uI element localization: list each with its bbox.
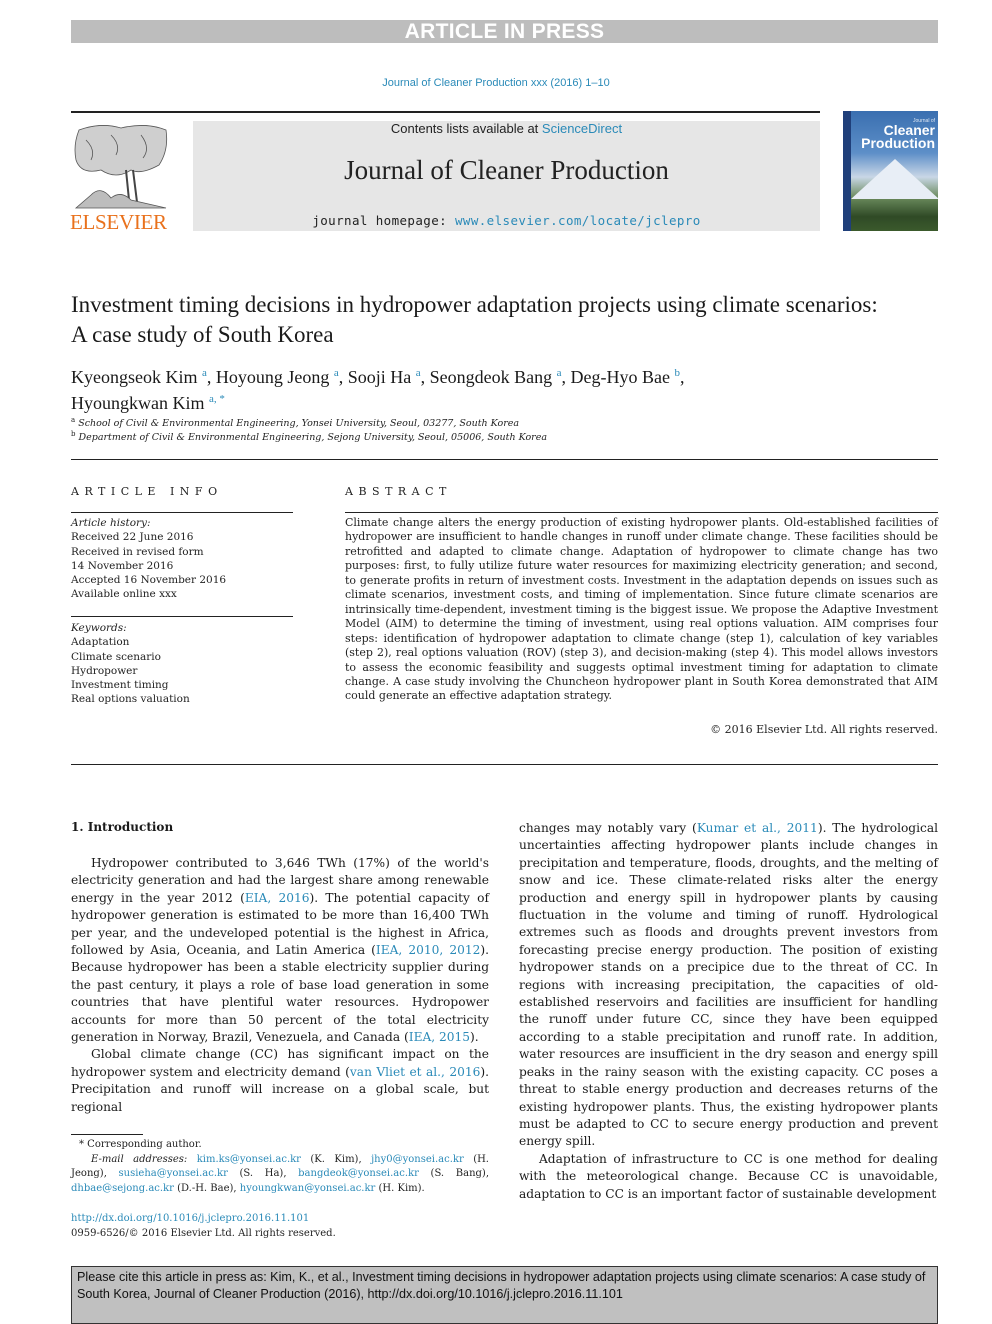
- footnotes: * Corresponding author. E-mail addresses…: [71, 1138, 489, 1196]
- sciencedirect-link[interactable]: ScienceDirect: [542, 121, 622, 136]
- citation-link[interactable]: IEA, 2010, 2012: [376, 943, 480, 957]
- article-history: Article history: Received 22 June 2016 R…: [71, 516, 293, 602]
- divider: [345, 512, 938, 513]
- text-run: Adaptation of infrastructure to CC is on…: [519, 1151, 938, 1201]
- footnote-rule: [71, 1134, 143, 1135]
- text-run: ).: [470, 1030, 479, 1045]
- issn-line: 0959-6526/© 2016 Elsevier Ltd. All right…: [71, 1228, 336, 1239]
- author-affiliation-marker[interactable]: a, *: [209, 393, 225, 405]
- paragraph: Hydropower contributed to 3,646 TWh (17%…: [71, 855, 489, 1046]
- section-heading-introduction: 1. Introduction: [71, 820, 174, 834]
- text-run: ). The hydrological uncertainties affect…: [519, 821, 938, 1149]
- affiliation-text: School of Civil & Environmental Engineer…: [78, 418, 520, 430]
- keywords: Keywords: Adaptation Climate scenario Hy…: [71, 621, 293, 707]
- author-separator: ,: [338, 367, 348, 387]
- journal-reference-link[interactable]: Journal of Cleaner Production xxx (2016)…: [0, 77, 992, 89]
- email-link[interactable]: kim.ks@yonsei.ac.kr: [197, 1154, 301, 1165]
- cover-mountain-icon: [851, 159, 938, 199]
- contents-prefix: Contents lists available at: [390, 121, 542, 136]
- email-owner: (S. Ha),: [227, 1168, 299, 1179]
- citation-text: Please cite this article in press as: Ki…: [77, 1270, 926, 1301]
- keyword: Adaptation: [71, 636, 130, 649]
- author-separator: ,: [680, 367, 685, 387]
- homepage-line: journal homepage: www.elsevier.com/locat…: [193, 213, 820, 228]
- email-link[interactable]: hyoungkwan@yonsei.ac.kr: [240, 1183, 376, 1194]
- affiliation-a: a School of Civil & Environmental Engine…: [71, 416, 519, 429]
- keywords-label: Keywords:: [71, 622, 127, 634]
- paragraph: Adaptation of infrastructure to CC is on…: [519, 1151, 938, 1203]
- keyword: Investment timing: [71, 679, 169, 692]
- history-item: Available online xxx: [71, 588, 177, 601]
- affiliation-key: a: [71, 416, 76, 424]
- author-separator: ,: [561, 367, 571, 387]
- history-label: Article history:: [71, 517, 151, 529]
- cover-title-line2: Production: [861, 135, 935, 151]
- history-item: Accepted 16 November 2016: [71, 574, 227, 587]
- affiliation-text: Department of Civil & Environmental Engi…: [78, 432, 548, 444]
- corresponding-author-note: * Corresponding author.: [79, 1139, 202, 1150]
- text-run: changes may notably vary (: [519, 821, 697, 835]
- email-owner: (K. Kim),: [300, 1153, 372, 1165]
- journal-cover-image[interactable]: Journal of Cleaner Production: [843, 111, 938, 231]
- text-run: ). Because hydropower has been a stable …: [71, 943, 489, 1045]
- abstract-copyright: © 2016 Elsevier Ltd. All rights reserved…: [710, 723, 938, 736]
- author-list: Kyeongseok Kim a, Hoyoung Jeong a, Sooji…: [71, 362, 891, 414]
- cover-stripe: [843, 111, 851, 231]
- divider: [71, 512, 293, 513]
- citation-link[interactable]: IEA, 2015: [409, 1030, 470, 1044]
- email-owner: (D.-H. Bae),: [173, 1182, 240, 1194]
- masthead-rule: [71, 111, 820, 113]
- keyword: Real options valuation: [71, 693, 190, 706]
- email-addresses: E-mail addresses: kim.ks@yonsei.ac.kr (K…: [71, 1153, 489, 1197]
- contents-line: Contents lists available at ScienceDirec…: [193, 121, 820, 137]
- citation-link[interactable]: Kumar et al., 2011: [697, 821, 818, 835]
- author-name[interactable]: Deg-Hyo Bae: [571, 367, 675, 387]
- citation-link[interactable]: EIA, 2016: [245, 891, 310, 905]
- cover-title: Cleaner Production: [851, 123, 935, 151]
- author-name[interactable]: Kyeongseok Kim: [71, 367, 202, 387]
- article-info-heading: ARTICLE INFO: [71, 485, 223, 498]
- body-column-left: Hydropower contributed to 3,646 TWh (17%…: [71, 855, 489, 1116]
- article-in-press-banner: ARTICLE IN PRESS: [71, 20, 938, 43]
- history-item: Received in revised form: [71, 545, 204, 558]
- author-separator: ,: [206, 367, 216, 387]
- elsevier-wordmark: ELSEVIER: [70, 210, 167, 234]
- email-link[interactable]: jhy0@yonsei.ac.kr: [371, 1154, 464, 1165]
- abstract-heading: ABSTRACT: [345, 485, 452, 498]
- journal-name: Journal of Cleaner Production: [344, 155, 669, 185]
- email-owner: (H. Kim).: [375, 1182, 425, 1194]
- paragraph: changes may notably vary (Kumar et al., …: [519, 820, 938, 1151]
- author-name[interactable]: Hoyoung Jeong: [216, 367, 334, 387]
- author-name[interactable]: Hyoungkwan Kim: [71, 393, 209, 413]
- homepage-prefix: journal homepage:: [312, 213, 455, 228]
- citation-link[interactable]: van Vliet et al., 2016: [350, 1065, 480, 1079]
- doi-block: http://dx.doi.org/10.1016/j.jclepro.2016…: [71, 1211, 336, 1241]
- divider: [71, 764, 938, 765]
- author-separator: ,: [420, 367, 430, 387]
- author-name[interactable]: Sooji Ha: [348, 367, 416, 387]
- keyword: Hydropower: [71, 664, 138, 677]
- author-name[interactable]: Seongdeok Bang: [430, 367, 557, 387]
- affiliation-b: b Department of Civil & Environmental En…: [71, 430, 547, 443]
- email-link[interactable]: susieha@yonsei.ac.kr: [119, 1168, 228, 1179]
- email-owner: (S. Bang),: [418, 1168, 489, 1179]
- homepage-link[interactable]: www.elsevier.com/locate/jclepro: [455, 213, 701, 228]
- history-item: 14 November 2016: [71, 559, 174, 572]
- affiliation-key: b: [71, 430, 76, 438]
- divider: [71, 459, 938, 460]
- doi-link[interactable]: http://dx.doi.org/10.1016/j.jclepro.2016…: [71, 1211, 336, 1226]
- body-column-right: changes may notably vary (Kumar et al., …: [519, 820, 938, 1203]
- abstract-text: Climate change alters the energy product…: [345, 516, 938, 703]
- paragraph: Global climate change (CC) has significa…: [71, 1046, 489, 1116]
- article-title: Investment timing decisions in hydropowe…: [71, 292, 878, 347]
- email-link[interactable]: dhbae@sejong.ac.kr: [71, 1183, 174, 1194]
- keyword: Climate scenario: [71, 650, 161, 663]
- emails-label: E-mail addresses:: [91, 1153, 197, 1165]
- email-link[interactable]: bangdeok@yonsei.ac.kr: [298, 1168, 419, 1179]
- divider: [71, 616, 293, 617]
- history-item: Received 22 June 2016: [71, 531, 194, 544]
